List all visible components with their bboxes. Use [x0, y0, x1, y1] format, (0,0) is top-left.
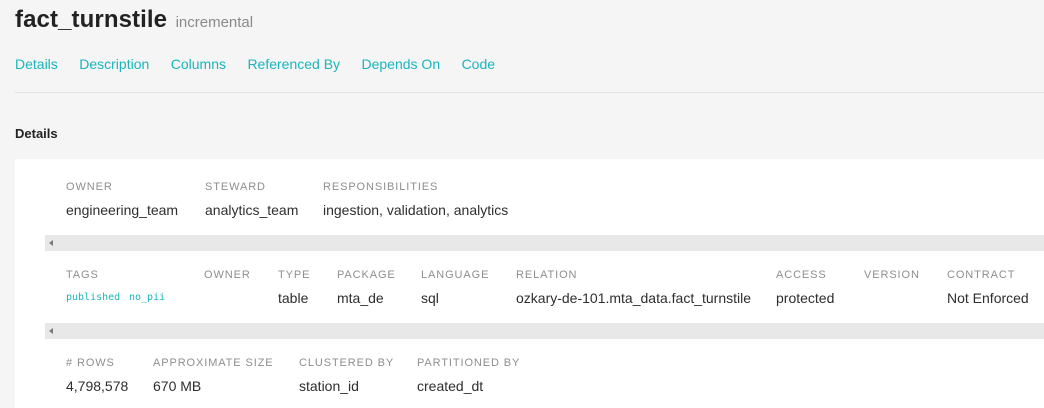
contract-label: CONTRACT: [947, 269, 1016, 281]
horizontal-scrollbar[interactable]: [45, 235, 1044, 251]
tag-no-pii[interactable]: no_pii: [129, 292, 165, 303]
partitioned-by-value: created_dt: [417, 378, 484, 394]
details-panel: OWNER engineering_team STEWARD analytics…: [15, 159, 1044, 408]
package-value: mta_de: [337, 290, 384, 306]
horizontal-scrollbar-2[interactable]: [45, 323, 1044, 339]
access-label: ACCESS: [776, 269, 827, 281]
tab-code[interactable]: Code: [462, 56, 495, 72]
responsibilities-value: ingestion, validation, analytics: [323, 202, 509, 218]
tab-details[interactable]: Details: [15, 56, 58, 72]
header-divider: [15, 92, 1044, 93]
relation-value: ozkary-de-101.mta_data.fact_turnstile: [516, 290, 752, 306]
package-label: PACKAGE: [337, 269, 396, 281]
relation-label: RELATION: [516, 269, 578, 281]
size-value: 670 MB: [153, 378, 202, 394]
tag-published[interactable]: published: [66, 292, 120, 303]
tags-label: TAGS: [66, 269, 99, 281]
model-name: fact_turnstile: [15, 6, 168, 33]
contract-value: Not Enforced: [947, 290, 1029, 306]
model-details-page: fact_turnstile incremental Details Descr…: [0, 0, 1044, 408]
clustered-by-value: station_id: [299, 378, 359, 394]
page-header: fact_turnstile incremental: [15, 6, 253, 34]
type-label: TYPE: [278, 269, 311, 281]
owner-value: engineering_team: [66, 202, 179, 218]
language-value: sql: [421, 290, 439, 306]
section-title: Details: [15, 126, 58, 141]
tab-depends-on[interactable]: Depends On: [362, 56, 441, 72]
responsibilities-label: RESPONSIBILITIES: [323, 181, 439, 193]
access-value: protected: [776, 290, 835, 306]
steward-label: STEWARD: [205, 181, 266, 193]
rows-value: 4,798,578: [66, 378, 129, 394]
clustered-by-label: CLUSTERED BY: [299, 357, 395, 369]
language-label: LANGUAGE: [421, 269, 490, 281]
tab-description[interactable]: Description: [79, 56, 149, 72]
tab-bar: Details Description Columns Referenced B…: [15, 56, 512, 74]
steward-value: analytics_team: [205, 202, 299, 218]
owner-label: OWNER: [66, 181, 113, 193]
tab-columns[interactable]: Columns: [171, 56, 226, 72]
scroll-left-arrow-icon[interactable]: [49, 328, 53, 334]
type-value: table: [278, 290, 309, 306]
size-label: APPROXIMATE SIZE: [153, 357, 274, 369]
scroll-left-arrow-icon[interactable]: [49, 240, 53, 246]
rows-label: # ROWS: [66, 357, 115, 369]
tab-referenced-by[interactable]: Referenced By: [247, 56, 340, 72]
version-label: VERSION: [864, 269, 920, 281]
materialization-label: incremental: [175, 14, 254, 31]
row2-owner-label: OWNER: [204, 269, 251, 281]
partitioned-by-label: PARTITIONED BY: [417, 357, 521, 369]
